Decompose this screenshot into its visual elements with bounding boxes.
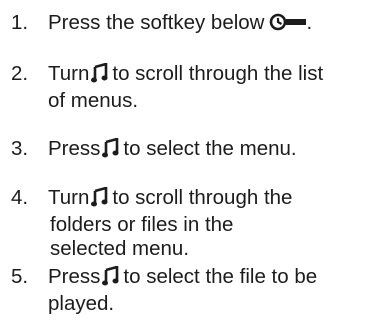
step-text-after: to select the menu. [123,137,297,160]
step-text: Turn to scroll through the folders or fi… [48,186,380,261]
step-number: 2. [11,62,29,85]
step-text: Turn to scroll through the list of menus… [48,62,380,113]
instruction-list: 1. Press the softkey below . 2. Turn to … [0,0,384,323]
softkey-seek-icon [269,12,307,38]
step-number: 1. [11,11,29,34]
step-number: 3. [11,137,29,160]
step-number: 4. [11,186,29,209]
step-text: Press to select the file to be played. [48,265,380,316]
step-text-line2: folders or files in the [50,213,234,236]
step-text-before: Press [48,137,101,160]
step-number: 5. [11,265,29,288]
music-note-knob-icon [102,265,120,292]
step-text-line3: selected menu. [50,237,190,260]
step-text: Press the softkey below . [48,11,380,38]
step-text-line2: of menus. [48,89,139,112]
step-text: Press to select the menu. [48,137,380,164]
music-note-knob-icon [91,186,109,213]
step-text-before: Press the softkey below [48,11,265,34]
music-note-knob-icon [102,137,120,164]
step-text-after: to scroll through the list [112,62,324,85]
step-text-before: Turn [48,186,90,209]
step-text-before: Turn [48,62,90,85]
step-text-after: to select the file to be [123,265,318,288]
step-text-before: Press [48,265,101,288]
step-text-after: to scroll through the [112,186,293,209]
music-note-knob-icon [91,62,109,89]
step-text-line2: played. [48,292,115,315]
step-text-after: . [306,11,313,34]
